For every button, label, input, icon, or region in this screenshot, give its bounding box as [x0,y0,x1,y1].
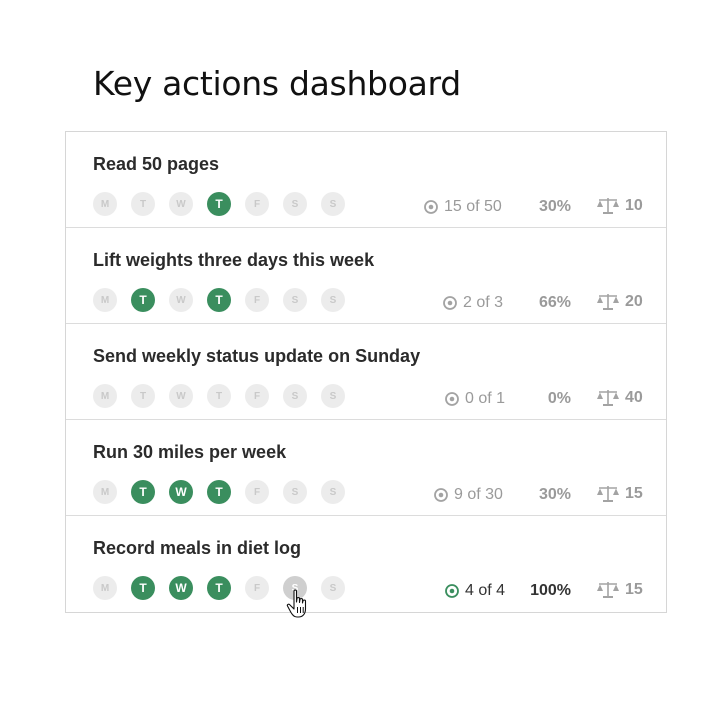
progress-text: 9 of 30 [454,486,503,503]
weight-value: 10 [596,196,643,216]
day-toggle[interactable]: S [283,384,307,408]
target-icon [443,296,457,310]
percent-complete: 100% [530,582,571,599]
weight-text: 10 [625,197,643,214]
progress-text: 4 of 4 [465,582,506,599]
progress-count: 0 of 1 [444,390,505,408]
page-title: Key actions dashboard [93,64,461,103]
day-toggle[interactable]: T [131,192,155,216]
action-title: Record meals in diet log [93,538,302,558]
percent-complete: 66% [538,294,571,311]
progress-count: 4 of 4 [444,582,505,600]
day-toggle[interactable]: F [245,576,269,600]
percent-complete: 0% [547,390,571,407]
day-toggle[interactable]: M [93,192,117,216]
day-toggle[interactable]: F [245,384,269,408]
day-toggle[interactable]: T [131,288,155,312]
day-toggle[interactable]: S [283,192,307,216]
day-toggle[interactable]: T [131,576,155,600]
action-title: Run 30 miles per week [93,442,287,462]
action-title: Lift weights three days this week [93,250,375,270]
day-toggle[interactable]: T [207,384,231,408]
scale-icon [597,582,619,598]
day-toggle[interactable]: M [93,288,117,312]
day-toggle[interactable]: S [321,480,345,504]
day-toggle[interactable]: S [321,384,345,408]
weight-value: 15 [596,580,643,600]
target-icon [424,200,438,214]
day-toggle[interactable]: W [169,576,193,600]
progress-text: 2 of 3 [463,294,504,311]
day-toggle[interactable]: F [245,480,269,504]
scale-icon [597,390,619,406]
weight-text: 40 [625,389,643,406]
percent-complete: 30% [538,198,571,215]
day-toggle[interactable]: S [321,192,345,216]
action-row[interactable]: Lift weights three days this week MTWTFS… [66,228,666,324]
progress-count: 15 of 50 [423,198,502,216]
scale-icon [597,198,619,214]
day-toggle[interactable]: S [283,480,307,504]
weight-value: 15 [596,484,643,504]
day-toggle[interactable]: S [321,576,345,600]
weight-text: 20 [625,293,643,310]
day-toggle[interactable]: W [169,192,193,216]
progress-text: 0 of 1 [465,390,506,407]
day-toggle[interactable]: T [207,192,231,216]
day-toggle[interactable]: M [93,480,117,504]
day-toggle[interactable]: T [207,288,231,312]
day-toggle[interactable]: F [245,288,269,312]
day-toggle[interactable]: W [169,384,193,408]
day-toggle[interactable]: F [245,192,269,216]
weight-text: 15 [625,581,643,598]
day-toggle[interactable]: T [207,576,231,600]
scale-icon [597,486,619,502]
weight-value: 40 [596,388,643,408]
scale-icon [597,294,619,310]
day-toggle[interactable]: T [131,480,155,504]
day-toggle[interactable]: S [283,288,307,312]
day-toggle[interactable]: M [93,384,117,408]
weight-value: 20 [596,292,643,312]
action-row[interactable]: Send weekly status update on Sunday MTWT… [66,324,666,420]
action-title: Send weekly status update on Sunday [93,346,421,366]
day-toggle[interactable]: T [131,384,155,408]
target-icon [445,584,459,598]
target-icon [434,488,448,502]
progress-count: 2 of 3 [442,294,503,312]
day-toggle[interactable]: W [169,480,193,504]
day-toggle[interactable]: M [93,576,117,600]
progress-text: 15 of 50 [444,198,502,215]
action-row[interactable]: Run 30 miles per week MTWTFSS 9 of 30 30… [66,420,666,516]
action-row[interactable]: Read 50 pages MTWTFSS 15 of 50 30% 10 [66,132,666,228]
action-row[interactable]: Record meals in diet log MTWTFSS 4 of 4 … [66,516,666,612]
actions-card: Read 50 pages MTWTFSS 15 of 50 30% 10 Li… [65,131,667,613]
day-toggle[interactable]: S [283,576,307,600]
day-toggle[interactable]: S [321,288,345,312]
action-title: Read 50 pages [93,154,220,174]
weight-text: 15 [625,485,643,502]
day-toggle[interactable]: W [169,288,193,312]
target-icon [445,392,459,406]
percent-complete: 30% [538,486,571,503]
day-toggle[interactable]: T [207,480,231,504]
progress-count: 9 of 30 [433,486,503,504]
